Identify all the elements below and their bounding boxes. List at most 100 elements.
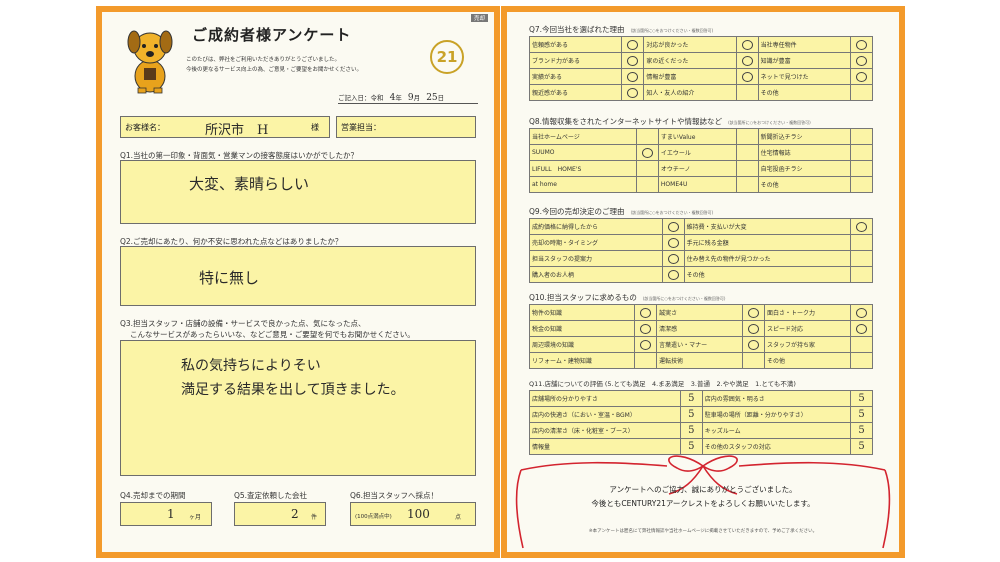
q11-option-mark[interactable]: 5 — [850, 390, 873, 407]
q9-option-mark[interactable] — [850, 234, 873, 251]
q10-option-mark[interactable] — [634, 320, 658, 337]
q8-option-mark[interactable] — [850, 176, 873, 193]
circle-mark-icon — [856, 307, 867, 318]
q10-option-label: 周辺環境の知識 — [528, 336, 636, 353]
q10-option-label: 運転技術 — [656, 352, 744, 369]
q8-label: Q8.情報収集をされたインターネットサイトや情報誌など — [529, 117, 723, 126]
q7-option-mark[interactable] — [621, 84, 645, 101]
q9-option-mark[interactable] — [850, 250, 873, 267]
q7-option-mark[interactable] — [850, 84, 873, 101]
q11-option-mark[interactable]: 5 — [850, 422, 873, 439]
q1-answer: 大変、素晴らしい — [189, 175, 310, 193]
q7-heading: Q7.今回当社を選ばれた理由 (該当箇所に○をおつけください・複数回答可) — [529, 24, 713, 35]
q7-row: 親近感がある 知人・友人の紹介 その他 — [528, 84, 873, 101]
q8-option-label: at home — [529, 176, 637, 193]
q11-row: 店内の快適さ（におい・室温・BGM） 5 駐車場の場所（距離・分かりやすさ） 5 — [529, 406, 873, 423]
circle-mark-icon — [627, 71, 639, 82]
q9-option-mark[interactable] — [850, 218, 873, 235]
q9-option-mark[interactable] — [661, 250, 685, 267]
q10-option-mark[interactable] — [850, 336, 873, 353]
q10-option-mark[interactable] — [634, 336, 658, 353]
q7-option-mark[interactable] — [735, 52, 759, 69]
q5-label: Q5.査定依頼した会社 — [234, 491, 308, 500]
q10-option-mark[interactable] — [634, 352, 658, 369]
q7-table: 信頼感がある 対応が良かった 当社専任物件 ブランド力がある 家の近くだった 知識が豊富実… — [528, 36, 873, 101]
circle-mark-icon — [856, 71, 867, 82]
q10-option-mark[interactable] — [634, 304, 658, 321]
q8-option-mark[interactable] — [850, 128, 873, 145]
q9-option-label: 売却の時期・タイミング — [529, 234, 663, 251]
thanks-line-2: 今後ともCENTURY21アークレストをよろしくお願いいたします。 — [591, 499, 815, 508]
circle-mark-icon — [741, 71, 753, 82]
q8-option-mark[interactable] — [635, 160, 659, 177]
q9-option-label: 購入者のお人柄 — [529, 266, 663, 283]
q9-option-mark[interactable] — [661, 234, 685, 251]
q10-option-label: 税金の知識 — [528, 320, 636, 337]
q9-row: 売却の時期・タイミング 手元に残る金額 — [529, 234, 873, 251]
q7-option-mark[interactable] — [850, 68, 873, 85]
q9-table: 成約価格に納得したから 維持費・支払いが大変 売却の時期・タイミング 手元に残る金額担… — [529, 218, 873, 283]
q11-option-mark[interactable]: 5 — [679, 406, 703, 423]
mascot-dog-icon — [127, 30, 173, 94]
q3-answer-field[interactable]: 私の気持ちによりそい 満足する結果を出して頂きました。 — [120, 340, 476, 476]
survey-page-right: Q7.今回当社を選ばれた理由 (該当箇所に○をおつけください・複数回答可) 信頼感… — [501, 6, 905, 558]
q8-option-mark[interactable] — [635, 176, 659, 193]
q10-option-mark[interactable] — [742, 304, 766, 321]
q10-option-mark[interactable] — [742, 352, 766, 369]
q11-row: 店内の清潔さ（床・化粧室・ブース） 5 キッズルーム 5 — [529, 422, 873, 439]
q8-option-mark[interactable] — [735, 160, 759, 177]
q7-option-mark[interactable] — [621, 68, 645, 85]
q6-field[interactable]: (100点満点中) 100 点 — [350, 502, 476, 526]
q10-option-label: スタッフが持ち家 — [764, 336, 851, 353]
q8-option-label: イエウール — [657, 144, 737, 161]
q7-option-mark[interactable] — [735, 68, 759, 85]
customer-suffix: 様 — [311, 123, 319, 132]
q8-option-mark[interactable] — [635, 128, 659, 145]
q9-option-mark[interactable] — [850, 266, 873, 283]
q9-option-mark[interactable] — [661, 266, 685, 283]
q4-field[interactable]: 1 ヶ月 — [120, 502, 212, 526]
q9-row: 成約価格に納得したから 維持費・支払いが大変 — [529, 218, 873, 235]
q11-label: Q11.店舗についての評価 (5.とても満足 4.まあ満足 3.普通 2.やや満… — [529, 380, 796, 388]
q10-option-mark[interactable] — [850, 304, 873, 321]
q10-table: 物件の知識 誠実さ 面白さ・トーク力 税金の知識 清潔感 スピード対応 周辺環境の知識 言葉遣… — [528, 304, 873, 369]
q7-option-label: 対応が良かった — [643, 36, 737, 53]
q8-option-mark[interactable] — [735, 128, 759, 145]
date-label: ご記入日：令和 — [338, 94, 384, 102]
circle-mark-icon — [667, 237, 679, 248]
q8-option-mark[interactable] — [850, 160, 873, 177]
q8-option-mark[interactable] — [635, 144, 659, 161]
q6-unit: 点 — [455, 514, 462, 521]
q11-option-mark[interactable]: 5 — [679, 390, 703, 407]
q10-option-label: その他 — [764, 352, 851, 369]
staff-field[interactable]: 営業担当： — [336, 116, 476, 138]
q10-option-mark[interactable] — [742, 336, 766, 353]
q6-prefix: (100点満点中) — [355, 514, 392, 520]
date-month-unit: 月 — [413, 94, 421, 102]
q7-option-mark[interactable] — [621, 52, 645, 69]
q10-option-mark[interactable] — [742, 320, 766, 337]
q8-option-mark[interactable] — [850, 144, 873, 161]
q7-option-label: その他 — [757, 84, 852, 101]
q7-option-mark[interactable] — [735, 36, 759, 53]
q7-option-mark[interactable] — [850, 52, 873, 69]
q11-option-mark[interactable]: 5 — [850, 406, 873, 423]
q11-option-mark[interactable]: 5 — [679, 422, 703, 439]
q8-option-label: その他 — [757, 176, 852, 193]
q7-option-mark[interactable] — [850, 36, 873, 53]
q7-option-mark[interactable] — [735, 84, 759, 101]
q8-option-mark[interactable] — [735, 176, 759, 193]
q9-option-mark[interactable] — [661, 218, 685, 235]
q2-answer-field[interactable]: 特に無し — [120, 246, 476, 306]
q4-value: 1 — [167, 507, 175, 521]
date-day: 25 — [426, 93, 438, 103]
customer-name-field[interactable]: お客様名： 所沢市 H 様 — [120, 116, 330, 138]
q5-field[interactable]: 2 件 — [234, 502, 326, 526]
q10-option-mark[interactable] — [850, 320, 873, 337]
q7-option-label: 情報が豊富 — [643, 68, 737, 85]
q10-option-mark[interactable] — [850, 352, 873, 369]
q9-option-label: 担当スタッフの提案力 — [529, 250, 663, 267]
q7-option-mark[interactable] — [621, 36, 645, 53]
q1-answer-field[interactable]: 大変、素晴らしい — [120, 160, 476, 224]
q8-option-mark[interactable] — [735, 144, 759, 161]
